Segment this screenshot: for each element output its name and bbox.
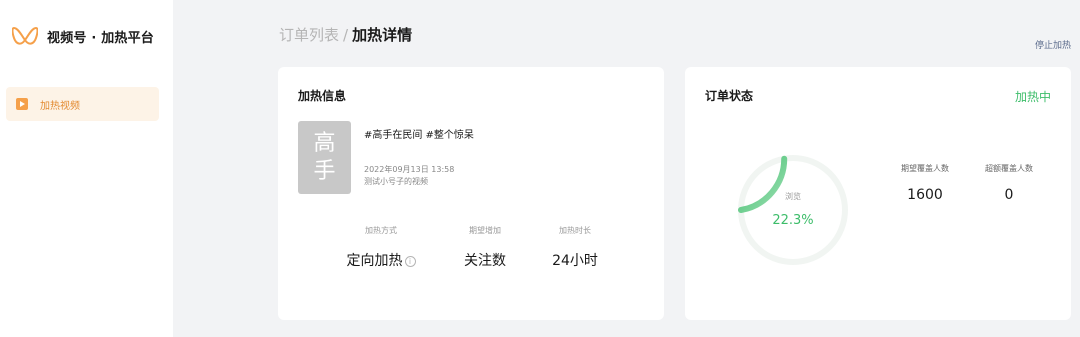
video-thumbnail[interactable]: 高 手 — [298, 121, 351, 194]
metric-value: 1600 — [907, 187, 943, 203]
stat-value: 24小时 — [552, 253, 598, 269]
heat-info-card: 加热信息 高 手 #高手在民间 #整个惊呆 2022年09月13日 13:58 … — [278, 67, 664, 320]
progress-value: 22.3% — [772, 213, 814, 228]
progress-label: 浏览 — [785, 192, 801, 201]
breadcrumb-current: 加热详情 — [352, 26, 413, 44]
thumbnail-char: 高 — [313, 130, 336, 156]
order-status-title: 订单状态 — [705, 89, 754, 103]
sidebar-item-heat-video[interactable]: 加热视频 — [6, 87, 159, 121]
stat-value: 关注数 — [464, 253, 506, 269]
breadcrumb-order-list[interactable]: 订单列表 — [279, 26, 339, 44]
sidebar: 视频号 · 加热平台 加热视频 — [0, 0, 173, 337]
sidebar-item-label: 加热视频 — [40, 100, 80, 112]
video-description: 测试小号子的视频 — [364, 177, 428, 186]
info-icon[interactable]: i — [404, 256, 416, 267]
stat-heat-duration: 加热时长 24小时 — [535, 225, 615, 270]
metric-excess-coverage: 超额覆盖人数 0 — [969, 163, 1049, 203]
stat-label: 加热时长 — [559, 226, 591, 235]
app-title: 视频号 · 加热平台 — [47, 30, 154, 46]
metric-value: 0 — [1004, 187, 1014, 203]
video-title: #高手在民间 #整个惊呆 — [364, 130, 474, 141]
progress-ring — [738, 155, 848, 265]
status-badge: 加热中 — [1014, 90, 1051, 104]
metric-label: 超额覆盖人数 — [985, 164, 1033, 173]
breadcrumb: 订单列表 / 加热详情 — [279, 24, 412, 45]
progress-ring-track — [738, 155, 848, 265]
stat-heat-method: 加热方式 定向加热 i — [341, 225, 421, 270]
stat-value: 定向加热 — [346, 253, 403, 269]
heat-info-title: 加热信息 — [298, 89, 347, 103]
thumbnail-char: 手 — [313, 158, 336, 184]
brand: 视频号 · 加热平台 — [12, 24, 154, 48]
metric-label: 期望覆盖人数 — [901, 164, 949, 173]
stop-heating-link[interactable]: 停止加热 — [1035, 38, 1071, 51]
order-status-card: 订单状态 加热中 浏览 22.3% 期望覆盖人数 1600 超额覆盖人数 0 — [685, 67, 1071, 320]
play-icon — [16, 98, 28, 110]
metric-expected-coverage: 期望覆盖人数 1600 — [885, 163, 965, 203]
breadcrumb-separator: / — [343, 26, 349, 44]
video-datetime: 2022年09月13日 13:58 — [364, 165, 455, 174]
stat-expected-increase: 期望增加 关注数 — [445, 225, 525, 270]
channels-logo-icon — [12, 27, 38, 45]
stat-label: 期望增加 — [469, 226, 501, 235]
stat-label: 加热方式 — [365, 226, 397, 235]
